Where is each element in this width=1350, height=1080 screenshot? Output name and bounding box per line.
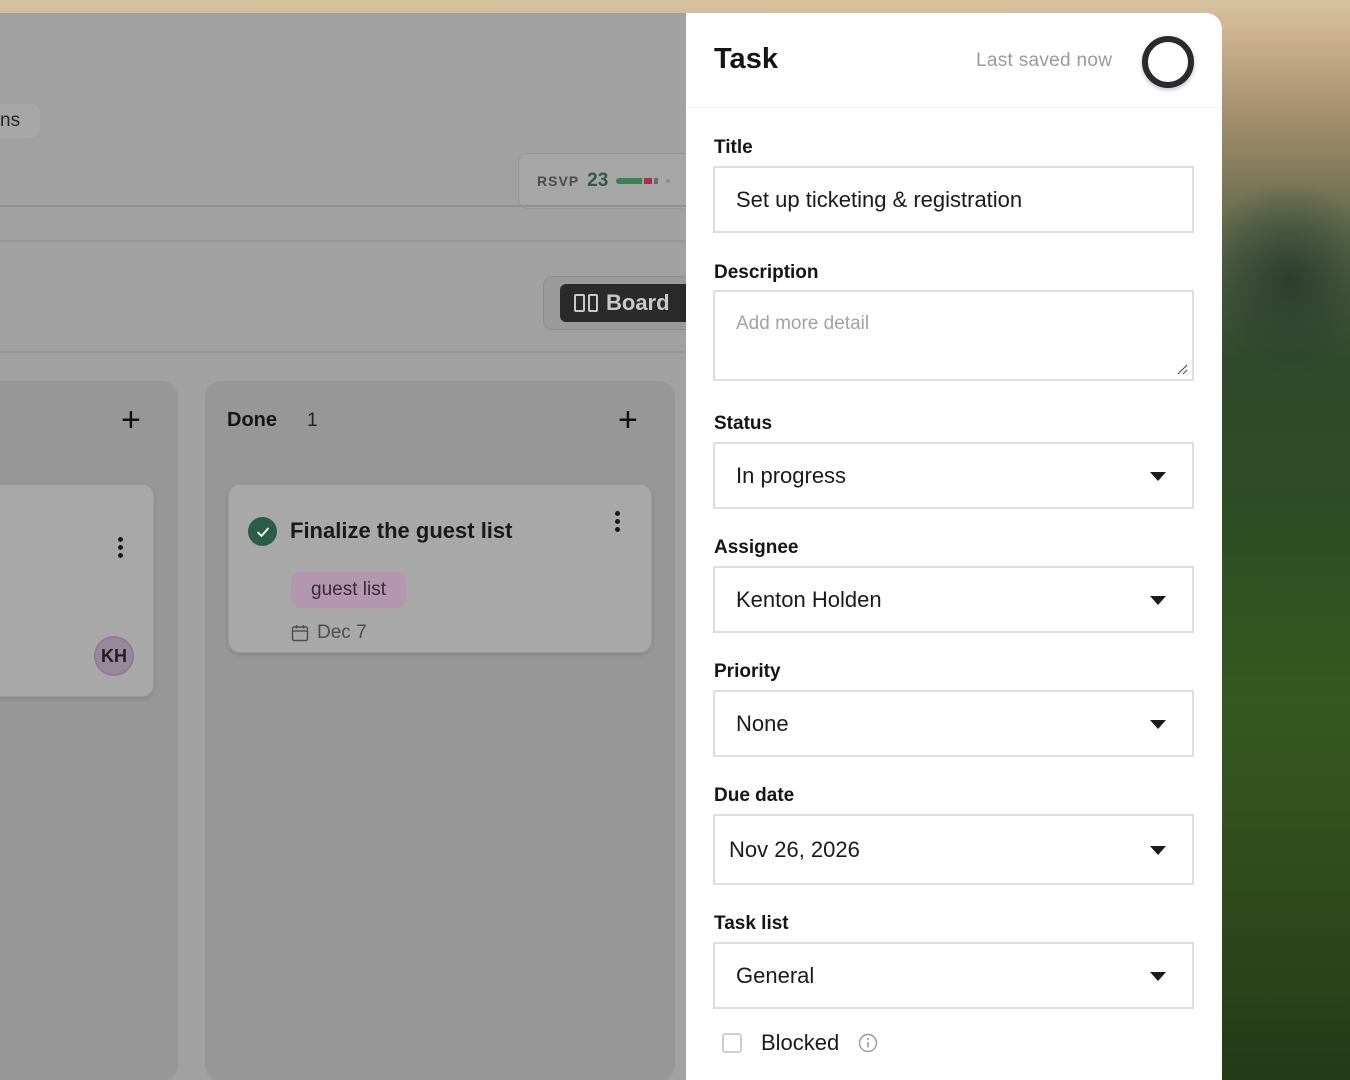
rsvp-label: RSVP — [537, 173, 580, 189]
panel-header: Task Last saved now — [686, 13, 1222, 108]
chevron-down-icon — [1150, 845, 1166, 855]
due-date-value: Nov 26, 2026 — [729, 836, 860, 862]
resize-handle-icon[interactable] — [1176, 363, 1188, 375]
title-label: Title — [714, 137, 753, 158]
board-columns-icon — [574, 294, 598, 312]
assignee-select[interactable]: Kenton Holden — [713, 566, 1194, 633]
panel-title: Task — [714, 43, 778, 75]
task-detail-panel: Task Last saved now Title Set up ticketi… — [686, 13, 1222, 1080]
board-view-button[interactable]: Board — [560, 284, 700, 322]
status-select-value: In progress — [736, 462, 847, 488]
title-input[interactable]: Set up ticketing & registration — [713, 166, 1194, 233]
completed-check-icon[interactable] — [248, 517, 277, 546]
card-tag: guest list — [291, 572, 406, 608]
task-list-label: Task list — [714, 913, 789, 934]
due-date-label: Due date — [714, 785, 795, 806]
column-count: 1 — [307, 409, 318, 431]
column-title: Done — [227, 409, 277, 431]
assignee-select-value: Kenton Holden — [736, 586, 882, 612]
section-divider — [0, 240, 686, 242]
rsvp-summary[interactable]: RSVP 23 — [518, 153, 698, 209]
add-card-plus-icon[interactable]: + — [618, 403, 638, 437]
calendar-icon — [291, 625, 309, 642]
status-select[interactable]: In progress — [713, 442, 1194, 509]
header-divider — [0, 205, 686, 207]
status-label: Status — [714, 413, 773, 434]
rsvp-count: 23 — [587, 170, 609, 191]
chevron-down-icon — [1150, 595, 1166, 605]
priority-label: Priority — [714, 661, 781, 682]
saving-spinner-icon[interactable] — [1142, 36, 1194, 88]
priority-select[interactable]: None — [713, 690, 1194, 757]
card-more-icon[interactable] — [118, 537, 124, 558]
assignee-avatar: KH — [94, 636, 134, 676]
view-switcher: Board — [543, 276, 703, 330]
nav-tab-partial[interactable]: ns — [0, 104, 40, 138]
card-due-text: Dec 7 — [317, 622, 367, 643]
chevron-down-icon — [1150, 471, 1166, 481]
description-placeholder: Add more detail — [736, 313, 870, 334]
info-icon[interactable] — [858, 1033, 878, 1053]
description-textarea[interactable]: Add more detail — [713, 290, 1194, 381]
task-list-select[interactable]: General — [713, 942, 1194, 1009]
chevron-down-icon — [1150, 971, 1166, 981]
blocked-row: Blocked — [722, 1030, 878, 1056]
toolbar-divider — [0, 351, 686, 353]
due-date-picker[interactable]: Nov 26, 2026 — [713, 814, 1194, 885]
add-card-plus-icon[interactable]: + — [121, 403, 141, 437]
description-label: Description — [714, 262, 819, 283]
card-title: Finalize the guest list — [290, 518, 513, 543]
chevron-down-icon — [1150, 719, 1166, 729]
rsvp-progress-bar — [616, 178, 671, 184]
assignee-label: Assignee — [714, 537, 799, 558]
card-more-icon[interactable] — [615, 511, 621, 532]
title-input-value: Set up ticketing & registration — [736, 186, 1023, 212]
card-due-date: Dec 7 — [291, 622, 367, 644]
blocked-checkbox[interactable] — [722, 1033, 742, 1053]
priority-select-value: None — [736, 710, 789, 736]
task-list-select-value: General — [736, 962, 815, 988]
blocked-label: Blocked — [761, 1030, 840, 1055]
save-status: Last saved now — [976, 50, 1113, 71]
board-view-label: Board — [606, 290, 670, 315]
